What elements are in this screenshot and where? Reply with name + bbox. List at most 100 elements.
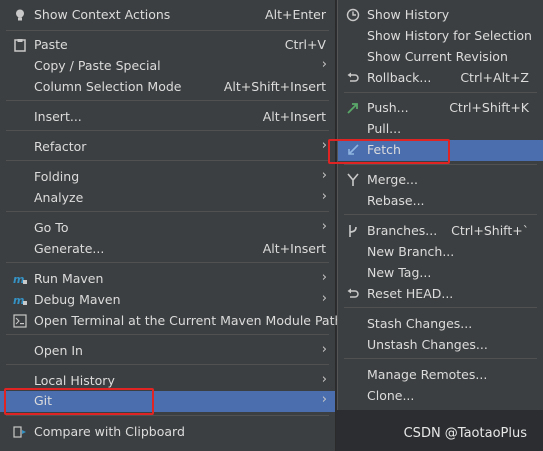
menu-item-reset-head[interactable]: Reset HEAD... [338,284,543,305]
menu-item-label: Merge... [367,172,418,187]
chevron-right-icon: › [321,270,327,285]
menu-item-merge[interactable]: Merge... [338,170,543,191]
menu-item-label: Manage Remotes... [367,367,488,382]
menu-item-label: Copy / Paste Special [34,58,161,73]
menu-item-show-history-for-selection[interactable]: Show History for Selection [338,26,543,47]
menu-item-label: Folding [34,169,80,184]
menu-item-paste[interactable]: Paste Ctrl+V [0,35,335,56]
menu-item-label: Open Terminal at the Current Maven Modul… [34,313,343,328]
editor-context-menu: Show Context Actions Alt+Enter Paste Ctrl+V… [0,0,342,451]
menu-separator [344,214,537,215]
menu-separator [6,160,329,161]
menu-item-label: Show History [367,7,450,22]
maven-icon: m [12,271,28,287]
menu-item-label: Paste [34,37,68,52]
menu-item-go-to[interactable]: Go To › [0,218,335,239]
menu-item-label: Rollback... [367,70,432,85]
menu-item-branches[interactable]: Branches... Ctrl+Shift+` [338,221,543,242]
menu-item-insert[interactable]: Insert... Alt+Insert [0,107,335,128]
chevron-right-icon: › [321,372,327,387]
menu-item-shortcut: Ctrl+Alt+Z [460,70,529,85]
menu-separator [6,262,329,263]
menu-item-refactor[interactable]: Refactor › [0,137,335,158]
clipboard-icon [12,37,28,53]
chevron-right-icon: › [321,392,327,407]
menu-item-shortcut: Alt+Enter [265,7,326,22]
menu-separator [344,358,537,359]
menu-item-pull[interactable]: Pull... [338,119,543,140]
menu-separator [6,130,329,131]
menu-item-stash-changes[interactable]: Stash Changes... [338,314,543,335]
menu-item-debug-maven[interactable]: m Debug Maven › [0,290,335,311]
menu-item-run-maven[interactable]: m Run Maven › [0,269,335,290]
menu-item-label: Go To [34,220,69,235]
menu-separator [6,100,329,101]
menu-item-show-current-revision[interactable]: Show Current Revision [338,47,543,68]
menu-separator [344,307,537,308]
menu-item-folding[interactable]: Folding › [0,167,335,188]
menu-item-label: Generate... [34,241,105,256]
branch-icon [345,223,361,239]
chevron-right-icon: › [321,291,327,306]
menu-item-label: Show History for Selection [367,28,532,43]
menu-item-shortcut: Ctrl+Shift+K [449,100,529,115]
menu-item-shortcut: Alt+Shift+Insert [223,79,326,94]
menu-item-label: Run Maven [34,271,104,286]
git-highlight-box [4,388,154,415]
menu-item-unstash-changes[interactable]: Unstash Changes... [338,335,543,356]
fetch-highlight-box [328,139,450,164]
menu-item-label: Refactor [34,139,87,154]
menu-item-label: Analyze [34,190,84,205]
menu-item-label: Debug Maven [34,292,121,307]
rollback-icon [345,70,361,86]
menu-separator [6,364,329,365]
menu-item-label: Column Selection Mode [34,79,182,94]
menu-item-label: Open In [34,343,83,358]
menu-item-new-branch[interactable]: New Branch... [338,242,543,263]
menu-item-copy-paste-special[interactable]: Copy / Paste Special › [0,56,335,77]
menu-item-label: Branches... [367,223,438,238]
lightbulb-icon [12,7,28,23]
menu-item-new-tag[interactable]: New Tag... [338,263,543,284]
menu-item-open-in[interactable]: Open In › [0,341,335,362]
svg-text:m: m [13,273,24,286]
menu-separator [344,164,537,165]
svg-text:m: m [13,294,24,307]
menu-item-manage-remotes[interactable]: Manage Remotes... [338,365,543,386]
menu-item-generate[interactable]: Generate... Alt+Insert [0,239,335,260]
terminal-icon [12,313,28,329]
menu-item-shortcut: Ctrl+Shift+` [451,223,529,238]
menu-item-rebase[interactable]: Rebase... [338,191,543,212]
menu-item-label: Unstash Changes... [367,337,488,352]
menu-item-shortcut: Ctrl+V [284,37,326,52]
chevron-right-icon: › [321,189,327,204]
menu-item-label: Show Current Revision [367,49,508,64]
chevron-right-icon: › [321,342,327,357]
chevron-right-icon: › [321,219,327,234]
menu-item-analyze[interactable]: Analyze › [0,188,335,209]
chevron-right-icon: › [321,138,327,153]
menu-item-show-context-actions[interactable]: Show Context Actions Alt+Enter [0,5,335,26]
maven-icon: m [12,292,28,308]
menu-item-label: Compare with Clipboard [34,424,185,439]
menu-item-label: Rebase... [367,193,425,208]
menu-separator [6,30,329,31]
menu-item-label: Clone... [367,388,415,403]
menu-item-open-terminal-at-the-current-maven-module-path[interactable]: Open Terminal at the Current Maven Modul… [0,311,342,332]
menu-item-compare-with-clipboard[interactable]: Compare with Clipboard [0,422,335,443]
menu-item-label: Stash Changes... [367,316,473,331]
menu-item-label: Show Context Actions [34,7,171,22]
chevron-right-icon: › [321,57,327,72]
menu-separator [6,211,329,212]
git-submenu: Show History Show History for Selection Sh… [337,0,543,410]
menu-item-label: Push... [367,100,409,115]
menu-item-column-selection-mode[interactable]: Column Selection Mode Alt+Shift+Insert [0,77,335,98]
menu-item-label: Local History [34,373,115,388]
menu-separator [344,92,537,93]
menu-item-clone[interactable]: Clone... [338,386,543,407]
menu-item-rollback[interactable]: Rollback... Ctrl+Alt+Z [338,68,543,89]
menu-item-push[interactable]: Push... Ctrl+Shift+K [338,98,543,119]
menu-item-show-history[interactable]: Show History [338,5,543,26]
menu-separator [6,415,329,416]
clock-icon [345,7,361,23]
